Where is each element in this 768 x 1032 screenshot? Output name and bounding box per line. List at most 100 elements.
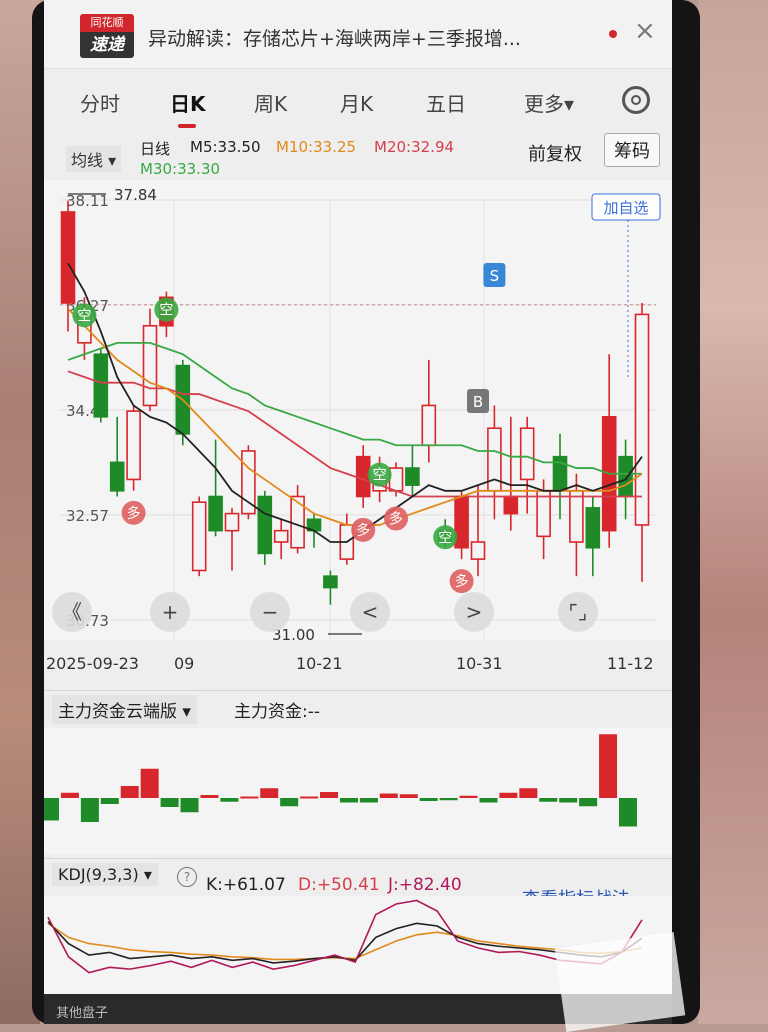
settings-icon[interactable] (622, 86, 650, 114)
candle-down (93, 353, 109, 418)
inflow-bar (379, 793, 398, 798)
money-flow-selector[interactable]: 主力资金云端版 ▾ (52, 695, 197, 724)
zoom-out-button-label: − (262, 600, 279, 624)
adjust-mode[interactable]: 前复权 (528, 140, 582, 166)
background-right (698, 0, 768, 1024)
outflow-bar (359, 798, 378, 803)
nav-prev-button-label: < (362, 600, 379, 624)
candle-up (536, 490, 551, 538)
candle-up (191, 501, 207, 572)
tab-five-day[interactable]: 五日 (426, 88, 466, 117)
tag-label: 空 (77, 308, 91, 324)
tag-label: 多 (389, 511, 403, 528)
candle-down (585, 507, 601, 549)
screen-glare (554, 932, 686, 1032)
period-tabs: 分时 日K 周K 月K 五日 更多▾ (44, 74, 672, 128)
candle-up (142, 324, 158, 407)
candle-up (241, 450, 256, 515)
candle-down (109, 461, 125, 492)
x-label: 10-21 (296, 654, 343, 673)
nav-back-button-label: 《 (62, 600, 82, 624)
outflow-bar (579, 798, 598, 807)
inflow-bar (300, 796, 319, 799)
fullscreen-button-label: ⌜⌟ (569, 600, 588, 624)
signal-label: B (473, 393, 483, 411)
inflow-bar (120, 786, 139, 798)
app-screen: 同花顺 速递 异动解读：存储芯片+海峡两岸+三季报增... × 分时 日K 周K… (44, 0, 672, 1024)
ma10-value: M10:33.25 (276, 138, 357, 156)
tab-more[interactable]: 更多▾ (524, 88, 574, 117)
outflow-bar (220, 798, 239, 802)
ma20-value: M20:32.94 (374, 138, 455, 156)
outflow-bar (280, 798, 299, 807)
tab-daily-k[interactable]: 日K (170, 88, 206, 117)
tag-label: 多 (356, 522, 370, 539)
logo-top: 同花顺 (80, 14, 134, 32)
candle-up (388, 467, 404, 492)
signal-label: S (490, 267, 500, 285)
tag-label: 空 (373, 468, 387, 484)
inflow-bar (320, 792, 339, 798)
inflow-bar (260, 788, 279, 798)
outflow-bar (539, 798, 558, 802)
ma30-value: M30:33.30 (140, 160, 221, 178)
inflow-bar (60, 792, 79, 798)
kdj-j-value: J:+82.40 (388, 875, 462, 895)
candle-up (569, 490, 584, 543)
money-flow-chart[interactable] (44, 728, 672, 854)
ma-legend: 均线 ▾ 日线 M5:33.50 M10:33.25 M20:32.94 M30… (44, 130, 672, 180)
candle-up (421, 404, 437, 447)
outflow-bar (339, 798, 358, 803)
outflow-bar (479, 798, 498, 803)
candle-down (257, 495, 273, 555)
kdj-k-value: K:+61.07 (206, 875, 286, 895)
candle-up (290, 495, 305, 549)
money-flow-label: 主力资金:-- (234, 702, 320, 722)
chips-button[interactable]: 筹码 (604, 133, 660, 167)
outflow-bar (419, 798, 438, 801)
candle-up (126, 410, 141, 481)
ma-label: 日线 (140, 140, 171, 158)
logo-bottom: 速递 (80, 32, 134, 58)
unread-dot (609, 30, 617, 38)
ma-selector[interactable]: 均线 ▾ (66, 146, 122, 172)
inflow-bar (200, 795, 219, 798)
outflow-bar (80, 798, 99, 822)
tag-label: 多 (127, 505, 141, 522)
candle-up (634, 313, 650, 526)
inflow-bar (519, 788, 538, 798)
y-tick-label: 32.57 (66, 507, 109, 525)
candle-up (470, 541, 486, 560)
active-tab-indicator (178, 124, 196, 128)
help-icon[interactable]: ? (177, 867, 197, 887)
x-label: 09 (174, 654, 195, 673)
y-tick-label: 38.11 (66, 192, 109, 210)
news-title[interactable]: 异动解读：存储芯片+海峡两岸+三季报增... (148, 24, 588, 51)
x-label: 2025-09-23 (46, 654, 139, 673)
candlestick-chart[interactable]: 38.1136.2734.4232.5730.73空空空空多多多多37.8431… (44, 180, 672, 640)
inflow-bar (240, 796, 259, 799)
news-header[interactable]: 同花顺 速递 异动解读：存储芯片+海峡两岸+三季报增... × (44, 0, 672, 69)
add-watch-label: 加自选 (603, 199, 648, 217)
tab-monthly-k[interactable]: 月K (340, 88, 373, 117)
outflow-bar (100, 798, 119, 804)
tab-intraday[interactable]: 分时 (80, 88, 120, 117)
outflow-bar (559, 798, 578, 803)
bottom-label[interactable]: 其他盘子 (56, 1002, 108, 1021)
inflow-bar (399, 794, 418, 798)
tag-label: 空 (159, 303, 173, 319)
x-axis: 2025-09-23 09 10-21 10-31 11-12 (44, 646, 672, 686)
tag-label: 多 (455, 573, 469, 590)
x-label: 11-12 (607, 654, 654, 673)
candle-up (224, 512, 240, 532)
tab-weekly-k[interactable]: 周K (254, 88, 287, 117)
tag-label: 空 (438, 530, 452, 546)
candle-down (208, 495, 223, 532)
money-flow-header: 主力资金云端版 ▾ 主力资金:-- (44, 690, 672, 727)
kdj-selector[interactable]: KDJ(9,3,3) ▾ (52, 863, 158, 886)
inflow-bar (140, 768, 159, 798)
close-icon[interactable]: × (634, 16, 656, 46)
nav-next-button-label: > (466, 600, 483, 624)
candle-down (405, 467, 420, 486)
max-price-label: 37.84 (114, 186, 157, 204)
